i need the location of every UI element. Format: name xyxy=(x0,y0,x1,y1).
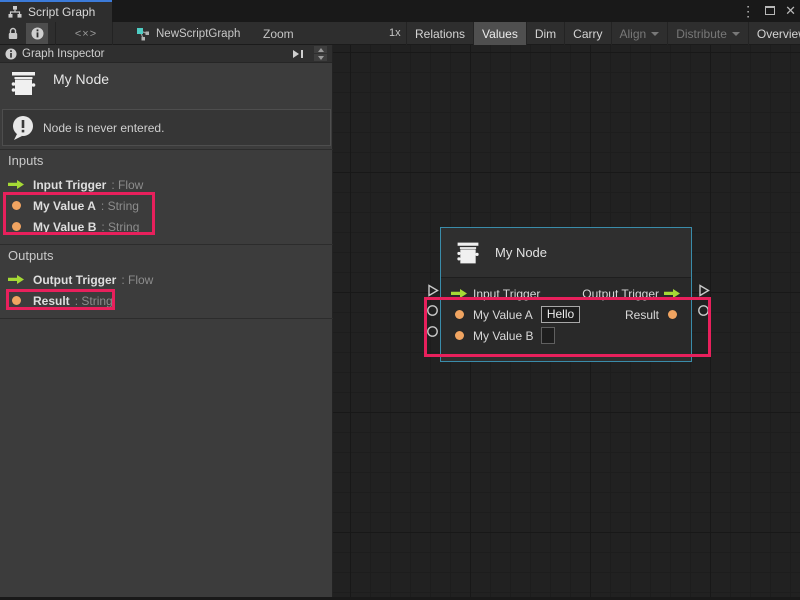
inspected-node-title: My Node xyxy=(53,71,109,87)
value-port-dot-icon[interactable] xyxy=(455,331,464,340)
external-result-port-icon[interactable] xyxy=(697,304,710,322)
graph-inspector-panel: Graph Inspector My Node xyxy=(0,45,333,597)
node-row-value-a: My Value A Hello Result xyxy=(441,304,691,325)
flow-arrow-icon xyxy=(8,274,25,285)
inspector-port-input-trigger: Input Trigger : Flow xyxy=(0,174,333,195)
output-trigger-label: Output Trigger xyxy=(582,287,659,301)
unit-node-icon xyxy=(454,239,482,267)
inspector-port-result: Result : String xyxy=(0,290,333,311)
value-port-dot-icon xyxy=(12,296,21,305)
code-icon: <×> xyxy=(75,28,97,40)
inspector-title: Graph Inspector xyxy=(22,48,285,60)
divider xyxy=(0,149,333,150)
relations-button[interactable]: Relations xyxy=(406,22,473,45)
tab-title: Script Graph xyxy=(28,5,95,19)
node-row-value-b: My Value B xyxy=(441,325,691,346)
inspector-header: Graph Inspector xyxy=(0,45,332,63)
graph-asset-name: NewScriptGraph xyxy=(156,28,240,40)
carry-button[interactable]: Carry xyxy=(564,22,610,45)
chevron-down-icon xyxy=(651,32,659,36)
result-label: Result xyxy=(625,308,659,322)
node-footer xyxy=(441,354,691,361)
edit-source-button[interactable]: <×> xyxy=(68,23,104,44)
toolbar: <×> NewScriptGraph Zoom 1x Relations Val… xyxy=(0,22,800,45)
external-output-trigger-port-icon[interactable] xyxy=(697,284,710,302)
lock-icon xyxy=(7,27,19,40)
inspector-port-value-a: My Value A : String xyxy=(0,195,333,216)
value-port-dot-icon xyxy=(12,201,21,210)
value-b-label: My Value B xyxy=(473,329,533,343)
overview-button[interactable]: Overview xyxy=(748,22,800,45)
graph-canvas[interactable]: My Node Input Trigger Output Trigger My … xyxy=(333,45,800,597)
toolbar-button-group: Relations Values Dim Carry Align Distrib… xyxy=(406,22,800,45)
inspector-port-output-trigger: Output Trigger : Flow xyxy=(0,269,333,290)
close-icon[interactable]: ✕ xyxy=(785,0,796,22)
script-graph-tab-icon xyxy=(8,6,22,18)
maximize-icon[interactable] xyxy=(765,0,775,22)
unit-node-icon xyxy=(8,68,39,99)
values-button[interactable]: Values xyxy=(473,22,526,45)
distribute-dropdown[interactable]: Distribute xyxy=(667,22,748,45)
outputs-heading: Outputs xyxy=(8,248,54,263)
divider xyxy=(0,318,333,319)
input-trigger-label: Input Trigger xyxy=(473,287,540,301)
divider xyxy=(0,244,333,245)
value-a-label: My Value A xyxy=(473,308,533,322)
window-menu-icon[interactable]: ⋮ xyxy=(741,0,755,22)
value-port-dot-icon[interactable] xyxy=(668,310,677,319)
zoom-value: 1x xyxy=(389,27,401,39)
flow-arrow-icon[interactable] xyxy=(664,288,681,299)
graph-node-my-node[interactable]: My Node Input Trigger Output Trigger My … xyxy=(440,227,692,362)
inspector-info-icon xyxy=(5,48,17,60)
external-value-b-port-icon[interactable] xyxy=(426,325,439,343)
value-b-input[interactable] xyxy=(541,327,555,344)
align-dropdown[interactable]: Align xyxy=(611,22,668,45)
title-bar: Script Graph ⋮ ✕ xyxy=(0,0,800,22)
external-input-trigger-port-icon[interactable] xyxy=(426,284,439,302)
external-value-a-port-icon[interactable] xyxy=(426,304,439,322)
warning-bubble-icon xyxy=(11,115,35,141)
info-icon xyxy=(31,27,44,40)
flow-arrow-icon xyxy=(8,179,25,190)
inspector-port-value-b: My Value B : String xyxy=(0,216,333,237)
inspected-node-header: My Node xyxy=(8,68,109,99)
flow-arrow-icon[interactable] xyxy=(451,288,468,299)
spinner-down-icon[interactable] xyxy=(314,54,327,61)
spinner-up-icon[interactable] xyxy=(314,46,327,53)
inspector-scroll-spinner xyxy=(314,46,327,61)
zoom-label: Zoom xyxy=(263,27,294,41)
warning-box: Node is never entered. xyxy=(2,109,331,146)
graph-asset-icon xyxy=(136,27,150,41)
value-port-dot-icon[interactable] xyxy=(455,310,464,319)
value-port-dot-icon xyxy=(12,222,21,231)
node-title: My Node xyxy=(495,245,547,260)
graph-asset-button[interactable]: NewScriptGraph xyxy=(136,22,240,45)
lock-button[interactable] xyxy=(2,23,24,44)
dim-button[interactable]: Dim xyxy=(526,22,564,45)
chevron-down-icon xyxy=(732,32,740,36)
info-toggle-button[interactable] xyxy=(26,23,48,44)
dock-sidebar-icon[interactable] xyxy=(290,48,305,60)
node-row-triggers: Input Trigger Output Trigger xyxy=(441,283,691,304)
inputs-heading: Inputs xyxy=(8,153,43,168)
tab-script-graph[interactable]: Script Graph xyxy=(0,0,112,22)
node-header[interactable]: My Node xyxy=(441,228,691,278)
warning-text: Node is never entered. xyxy=(43,121,164,135)
value-a-input[interactable]: Hello xyxy=(541,306,580,323)
